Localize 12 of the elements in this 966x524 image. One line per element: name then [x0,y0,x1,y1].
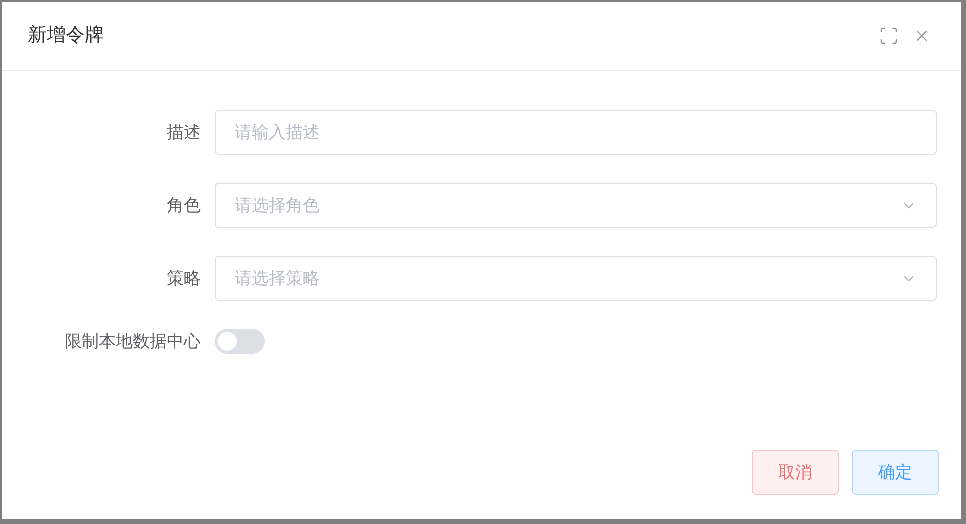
toggle-switch[interactable] [215,329,265,354]
cancel-button[interactable]: 取消 [752,450,839,495]
description-field[interactable]: 请输入描述 [215,110,937,155]
fullscreen-icon[interactable] [879,26,899,46]
dialog-title: 新增令牌 [28,24,105,48]
select-field[interactable]: 请选择策略 [215,256,937,301]
field-label: 策略 [167,268,201,290]
confirm-button[interactable]: 确定 [852,450,939,495]
field-label: 描述 [167,122,201,144]
select-field[interactable]: 请选择角色 [215,183,937,228]
field-label: 限制本地数据中心 [65,331,201,353]
field-label: 角色 [167,194,201,217]
